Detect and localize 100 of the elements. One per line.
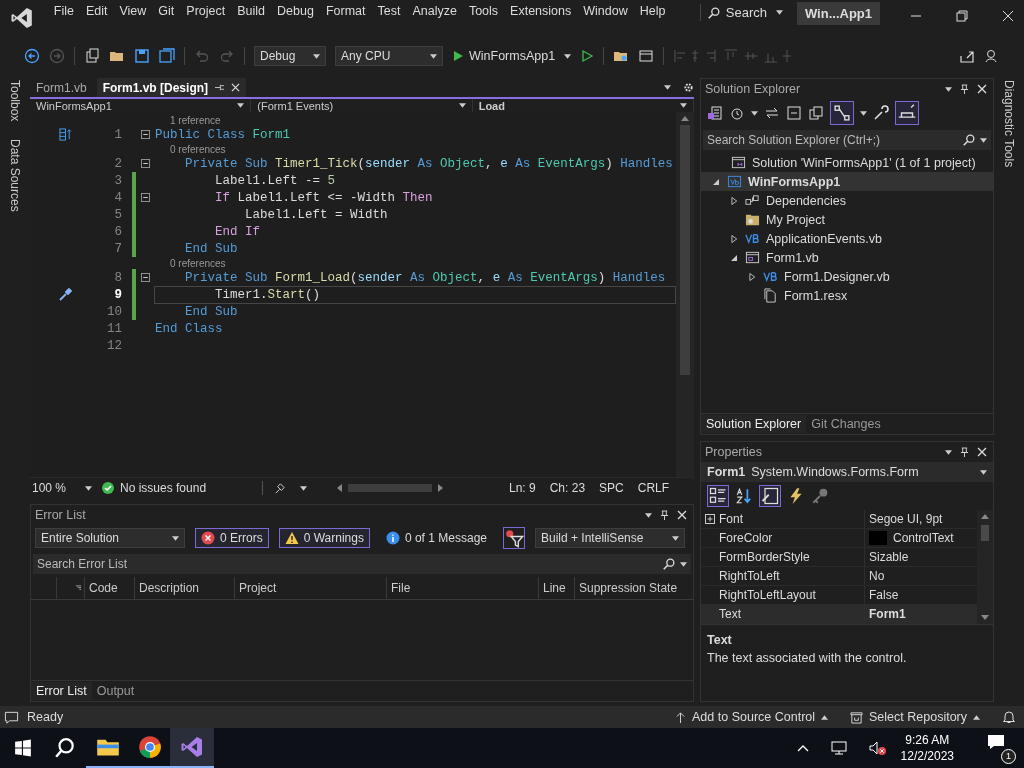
preview-icon[interactable] xyxy=(895,101,919,125)
play-outline-icon[interactable] xyxy=(580,49,595,63)
categorized-icon[interactable] xyxy=(707,485,729,507)
close-icon[interactable] xyxy=(677,510,687,520)
sort-alphabetical-icon[interactable] xyxy=(735,487,753,505)
scrollbar-thumb[interactable] xyxy=(981,525,989,541)
menu-item[interactable]: Build xyxy=(231,0,272,21)
property-name[interactable]: Font xyxy=(719,510,865,528)
clock[interactable]: 9:26 AM 12/2/2023 xyxy=(900,732,954,764)
document-icon[interactable] xyxy=(707,105,723,121)
menu-item[interactable]: Format xyxy=(319,0,372,21)
panel-tab[interactable]: Output xyxy=(91,682,140,700)
search-icon[interactable] xyxy=(962,133,976,147)
filter-toggle[interactable]: 0 of 1 Message xyxy=(379,528,493,548)
property-value[interactable]: Segoe UI, 9pt xyxy=(869,512,943,526)
object-dropdown[interactable]: Form1 System.Windows.Forms.Form xyxy=(701,462,993,482)
tree-item[interactable]: ApplicationEvents.vb xyxy=(766,231,883,246)
side-tab[interactable]: Toolbox xyxy=(6,78,24,124)
window-layout-icon[interactable] xyxy=(638,48,655,64)
back-icon[interactable] xyxy=(24,48,40,64)
caret-icon[interactable] xyxy=(860,110,867,116)
close-icon[interactable] xyxy=(231,83,241,92)
restore-icon[interactable] xyxy=(956,10,968,22)
caret-icon[interactable] xyxy=(645,512,652,518)
sync-icon[interactable] xyxy=(764,105,780,121)
scroll-right-icon[interactable] xyxy=(438,484,443,492)
property-value[interactable]: No xyxy=(869,569,885,583)
caret-icon[interactable] xyxy=(664,85,671,90)
pin-icon[interactable] xyxy=(214,83,226,92)
panel-tab[interactable]: Git Changes xyxy=(806,415,886,433)
add-to-source-control-button[interactable]: Add to Source Control xyxy=(675,710,829,724)
network-icon[interactable] xyxy=(830,740,847,756)
clock-icon[interactable] xyxy=(729,105,745,121)
collapse-all-icon[interactable] xyxy=(786,105,802,121)
caret-icon[interactable] xyxy=(945,86,952,92)
save-icon[interactable] xyxy=(134,48,150,64)
panel-tab[interactable]: Solution Explorer xyxy=(701,415,807,433)
property-name[interactable]: RightToLeft xyxy=(719,567,865,585)
search-icon[interactable] xyxy=(662,557,676,571)
class-diagram-icon[interactable] xyxy=(58,128,72,141)
pin-icon[interactable] xyxy=(660,509,669,521)
copy-icon[interactable] xyxy=(808,105,824,121)
property-name[interactable]: Text xyxy=(719,605,865,623)
search-field[interactable]: Search Error List xyxy=(33,554,691,574)
property-name[interactable]: ForeColor xyxy=(719,529,865,547)
property-value[interactable]: False xyxy=(869,588,899,602)
caret-icon[interactable] xyxy=(980,137,987,143)
save-all-icon[interactable] xyxy=(159,48,175,64)
close-icon[interactable] xyxy=(977,447,987,457)
document-tab[interactable]: Form1.vb [Design] xyxy=(96,78,247,97)
wrench-icon[interactable] xyxy=(873,105,889,121)
issues-status[interactable]: No issues found xyxy=(120,481,207,495)
build-source-dropdown[interactable]: Build + IntelliSense xyxy=(535,528,685,548)
reference-count-link[interactable]: 1 reference xyxy=(170,114,221,126)
close-icon[interactable] xyxy=(1002,10,1014,22)
tree-item[interactable]: Form1.vb xyxy=(766,250,819,265)
side-tab[interactable]: Diagnostic Tools xyxy=(1000,78,1018,170)
collapsed-arrow-icon[interactable] xyxy=(730,233,738,244)
scroll-left-icon[interactable] xyxy=(337,484,342,492)
property-name[interactable]: FormBorderStyle xyxy=(719,548,865,566)
notification-center-button[interactable]: 1 xyxy=(986,732,1016,764)
scrollbar-thumb[interactable] xyxy=(348,484,432,492)
hierarchy-icon[interactable] xyxy=(830,101,854,125)
select-repository-button[interactable]: Select Repository xyxy=(850,710,980,724)
settings-icon[interactable] xyxy=(683,82,694,93)
property-value[interactable]: Form1 xyxy=(869,607,906,621)
menu-item[interactable]: Extensions xyxy=(504,0,578,21)
caret-icon[interactable] xyxy=(751,110,758,116)
scope-dropdown[interactable]: Entire Solution xyxy=(35,528,185,548)
tree-item[interactable]: Solution 'WinFormsApp1' (1 of 1 project) xyxy=(752,155,976,170)
key-icon[interactable] xyxy=(811,487,829,505)
column-indicator[interactable]: Ch: 23 xyxy=(547,481,588,495)
property-value[interactable]: Sizable xyxy=(869,550,909,564)
property-name[interactable]: RightToLeftLayout xyxy=(719,586,865,604)
new-item-icon[interactable] xyxy=(84,48,100,64)
scroll-up-icon[interactable] xyxy=(981,514,989,519)
configuration-dropdown[interactable]: Debug xyxy=(254,46,326,66)
share-icon[interactable] xyxy=(959,48,975,64)
windows-start-icon[interactable] xyxy=(14,739,32,757)
scroll-down-icon[interactable] xyxy=(981,615,989,620)
search-field[interactable]: Search Solution Explorer (Ctrl+;) xyxy=(703,130,991,150)
column-header[interactable]: Description xyxy=(135,577,235,599)
filter-toggle[interactable]: 0 Warnings xyxy=(278,528,370,548)
reference-count-link[interactable]: 0 references xyxy=(170,143,226,155)
zoom-dropdown[interactable]: 100 % xyxy=(30,481,92,495)
scrollbar-thumb[interactable] xyxy=(680,125,690,375)
menu-item[interactable]: Tools xyxy=(462,0,505,21)
menu-item[interactable]: File xyxy=(47,0,80,21)
column-header[interactable]: Line xyxy=(539,577,575,599)
whitespace-indicator[interactable]: SPC xyxy=(597,481,626,495)
collapse-icon[interactable] xyxy=(140,273,150,282)
search-input[interactable]: Search Error List xyxy=(37,557,658,571)
expand-icon[interactable] xyxy=(705,514,715,524)
tree-item[interactable]: Form1.resx xyxy=(784,288,848,303)
menu-item[interactable]: Window xyxy=(577,0,634,21)
scroll-up-icon[interactable] xyxy=(681,116,689,121)
tree-item[interactable]: Form1.Designer.vb xyxy=(784,269,890,284)
brush-icon[interactable] xyxy=(273,481,286,495)
menu-item[interactable]: View xyxy=(113,0,153,21)
line-ending-indicator[interactable]: CRLF xyxy=(635,481,672,495)
